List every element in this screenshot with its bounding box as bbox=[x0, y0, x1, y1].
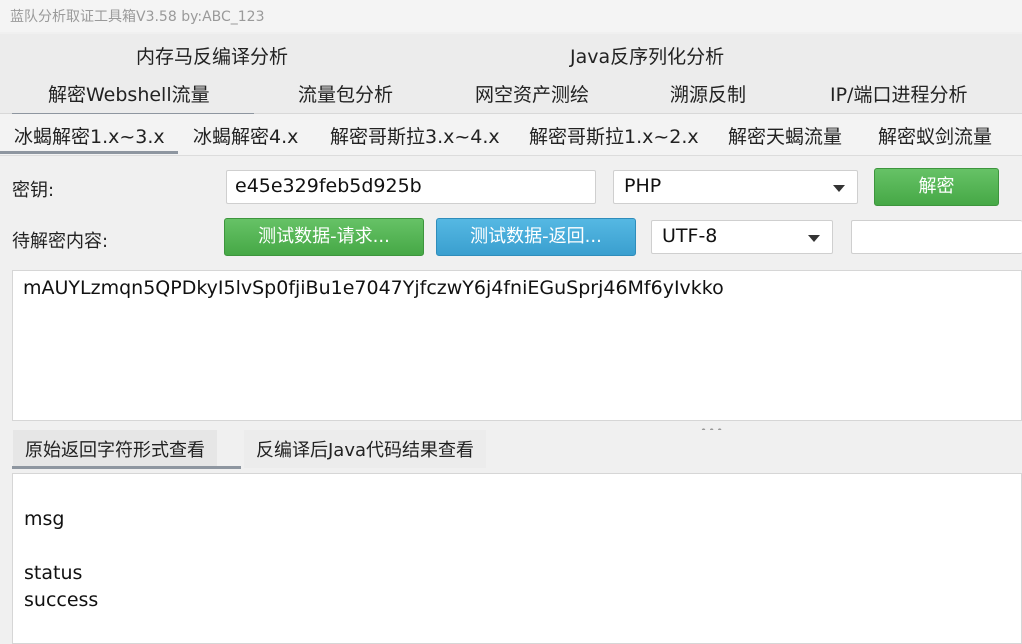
tab-java-deserialization[interactable]: Java反序列化分析 bbox=[570, 42, 724, 69]
test-response-button[interactable]: 测试数据-返回... bbox=[436, 218, 636, 256]
tab-behinder-4[interactable]: 冰蝎解密4.x bbox=[193, 122, 298, 149]
top-tab-row: 内存马反编译分析 Java反序列化分析 bbox=[0, 34, 1022, 72]
tab-godzilla-3-4[interactable]: 解密哥斯拉3.x~4.x bbox=[330, 122, 500, 149]
key-input[interactable]: e45e329feb5d925b bbox=[226, 170, 596, 204]
output-line: status bbox=[24, 562, 83, 584]
ciphertext-content: mAUYLzmqn5QPDkyI5lvSp0fjiBu1e7047YjfczwY… bbox=[23, 277, 724, 299]
tab-traceback[interactable]: 溯源反制 bbox=[670, 80, 746, 107]
output-area[interactable]: msg status success bbox=[12, 473, 1022, 644]
sub-tab-indicator bbox=[0, 151, 178, 154]
tab-decompiled-java[interactable]: 反编译后Java代码结果查看 bbox=[244, 430, 487, 468]
tab-ip-port-process[interactable]: IP/端口进程分析 bbox=[830, 80, 967, 107]
extra-input[interactable] bbox=[851, 220, 1022, 254]
tab-pcap-analysis[interactable]: 流量包分析 bbox=[298, 80, 393, 107]
tab-tianxie[interactable]: 解密天蝎流量 bbox=[728, 122, 842, 149]
tab-godzilla-1-2[interactable]: 解密哥斯拉1.x~2.x bbox=[529, 122, 699, 149]
result-tab-indicator bbox=[12, 466, 241, 469]
result-tab-row: 原始返回字符形式查看 反编译后Java代码结果查看 bbox=[0, 430, 1022, 470]
encoding-select-value: UTF-8 bbox=[662, 225, 718, 247]
output-line: msg bbox=[24, 508, 65, 530]
test-request-button[interactable]: 测试数据-请求... bbox=[224, 218, 424, 256]
tab-decrypt-webshell[interactable]: 解密Webshell流量 bbox=[12, 80, 254, 116]
window-title: 蓝队分析取证工具箱V3.58 by:ABC_123 bbox=[10, 9, 265, 25]
decrypt-button[interactable]: 解密 bbox=[874, 168, 999, 206]
language-select[interactable]: PHP bbox=[613, 170, 858, 204]
sub-tab-row: 冰蝎解密1.x~3.x 冰蝎解密4.x 解密哥斯拉3.x~4.x 解密哥斯拉1.… bbox=[0, 114, 1022, 156]
tab-raw-response[interactable]: 原始返回字符形式查看 bbox=[13, 430, 217, 468]
tab-memshell-decompile[interactable]: 内存马反编译分析 bbox=[136, 42, 288, 69]
language-select-value: PHP bbox=[624, 175, 662, 197]
chevron-down-icon bbox=[833, 185, 845, 192]
tab-asset-mapping[interactable]: 网空资产测绘 bbox=[475, 80, 589, 107]
main-tab-row: 解密Webshell流量 流量包分析 网空资产测绘 溯源反制 IP/端口进程分析 bbox=[0, 72, 1022, 116]
key-label: 密钥: bbox=[12, 180, 55, 201]
tab-behinder-1-3[interactable]: 冰蝎解密1.x~3.x bbox=[14, 122, 165, 149]
tab-antsword[interactable]: 解密蚁剑流量 bbox=[878, 122, 992, 149]
output-line: success bbox=[24, 589, 99, 611]
content-label: 待解密内容: bbox=[12, 231, 109, 252]
encoding-select[interactable]: UTF-8 bbox=[651, 220, 833, 254]
title-bar: 蓝队分析取证工具箱V3.58 by:ABC_123 bbox=[0, 0, 1022, 32]
ciphertext-textarea[interactable]: mAUYLzmqn5QPDkyI5lvSp0fjiBu1e7047YjfczwY… bbox=[12, 270, 1022, 421]
chevron-down-icon bbox=[808, 235, 820, 242]
